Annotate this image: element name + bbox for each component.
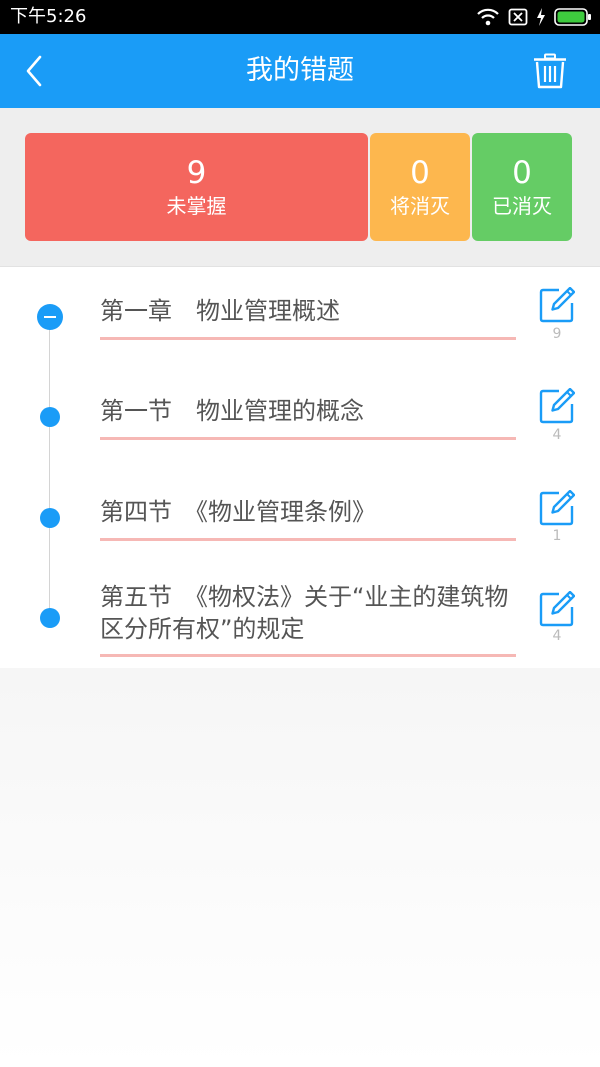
chapter-title: 第五节 《物权法》关于“业主的建筑物区分所有权”的规定 — [100, 583, 509, 643]
app-bar: 我的错题 — [0, 34, 600, 108]
chapter-underline — [100, 437, 516, 440]
chapter-list: 第一章 物业管理概述 9 第一节 物业管理的概念 4 第四节 《物业管理条例》 … — [0, 267, 600, 668]
fading-stat[interactable]: 0 将消灭 — [370, 133, 470, 241]
chapter-underline — [100, 337, 516, 340]
edit-icon[interactable] — [539, 388, 575, 424]
question-count: 4 — [552, 628, 562, 644]
eliminated-label: 已消灭 — [492, 194, 552, 218]
chapter-row[interactable]: 第一节 物业管理的概念 4 — [0, 367, 600, 467]
back-button[interactable] — [14, 51, 54, 91]
chapter-underline — [100, 654, 516, 657]
question-count: 9 — [552, 326, 562, 342]
timeline-node — [40, 608, 60, 628]
edit-icon[interactable] — [539, 287, 575, 323]
sim-disabled-icon — [508, 8, 528, 26]
edit-icon[interactable] — [539, 591, 575, 627]
unmastered-count: 9 — [186, 155, 207, 191]
trash-icon — [534, 53, 566, 89]
unmastered-label: 未掌握 — [166, 194, 227, 218]
eliminated-count: 0 — [512, 155, 532, 191]
eliminated-stat[interactable]: 0 已消灭 — [472, 133, 572, 241]
wifi-icon — [477, 8, 499, 26]
unmastered-stat[interactable]: 9 未掌握 — [25, 133, 368, 241]
fading-label: 将消灭 — [390, 194, 450, 218]
status-time: 下午5:26 — [10, 6, 87, 27]
chapter-title: 第一章 物业管理概述 — [100, 297, 340, 325]
chapter-row[interactable]: 第四节 《物业管理条例》 1 — [0, 467, 600, 567]
battery-icon — [554, 8, 591, 26]
delete-button[interactable] — [528, 49, 572, 93]
chevron-left-icon — [26, 55, 42, 87]
chapter-underline — [100, 538, 516, 541]
chapter-row[interactable]: 第五节 《物权法》关于“业主的建筑物区分所有权”的规定 4 — [0, 567, 600, 668]
chapter-row[interactable]: 第一章 物业管理概述 9 — [0, 267, 600, 367]
page-title: 我的错题 — [246, 55, 354, 86]
charging-icon — [537, 8, 545, 26]
status-bar: 下午5:26 — [0, 0, 600, 34]
question-count: 1 — [552, 528, 562, 544]
collapse-icon[interactable] — [37, 304, 63, 330]
question-count: 4 — [552, 427, 562, 443]
edit-icon[interactable] — [539, 490, 575, 526]
timeline-node — [40, 407, 60, 427]
summary-panel: 9 未掌握 0 将消灭 0 已消灭 — [0, 108, 600, 267]
status-icons — [476, 6, 592, 28]
fading-count: 0 — [410, 155, 430, 191]
timeline-node — [40, 508, 60, 528]
chapter-title: 第四节 《物业管理条例》 — [100, 498, 376, 526]
empty-area — [0, 668, 600, 1067]
chapter-title: 第一节 物业管理的概念 — [100, 397, 364, 425]
